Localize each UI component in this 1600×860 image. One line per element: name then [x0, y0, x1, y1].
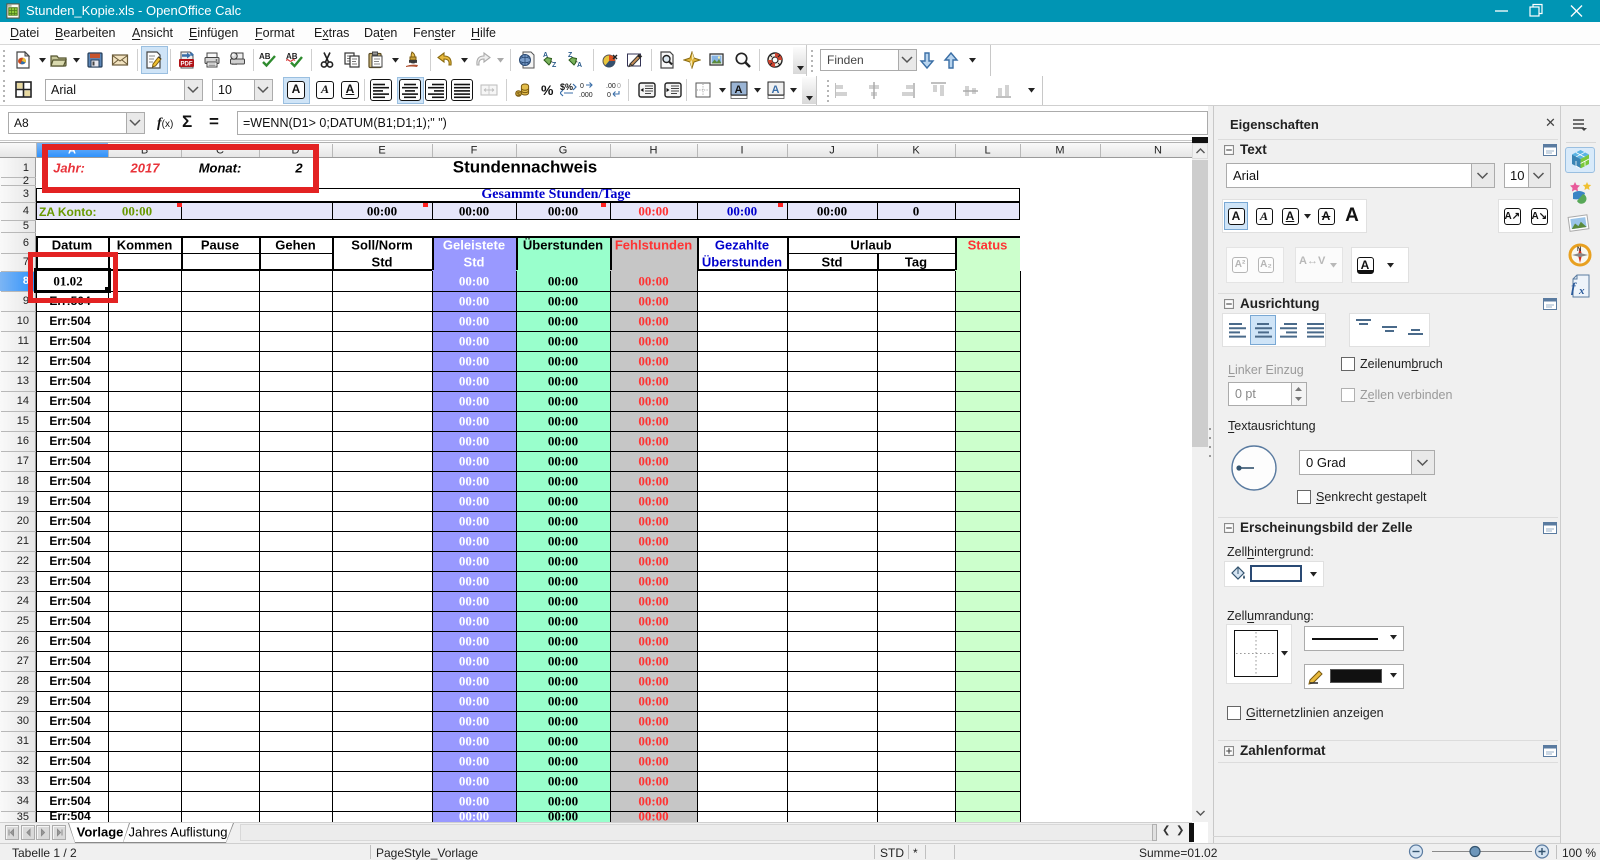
svg-text:0: 0 [580, 83, 584, 90]
svg-text:.000: .000 [579, 92, 593, 99]
svg-text:A: A [735, 84, 743, 96]
svg-text:PDF: PDF [181, 62, 193, 68]
svg-text:A: A [772, 84, 780, 96]
svg-text:A: A [577, 62, 582, 69]
svg-text:$: $ [517, 92, 520, 98]
svg-text:0: 0 [607, 92, 611, 99]
svg-text:0: 0 [617, 83, 621, 90]
svg-text:x: x [1578, 285, 1585, 297]
svg-text:Z: Z [552, 62, 557, 69]
svg-text:%: % [541, 82, 554, 98]
svg-text:.00: .00 [606, 83, 616, 90]
svg-text:AB: AB [259, 52, 271, 61]
svg-text:N: N [1577, 247, 1581, 253]
